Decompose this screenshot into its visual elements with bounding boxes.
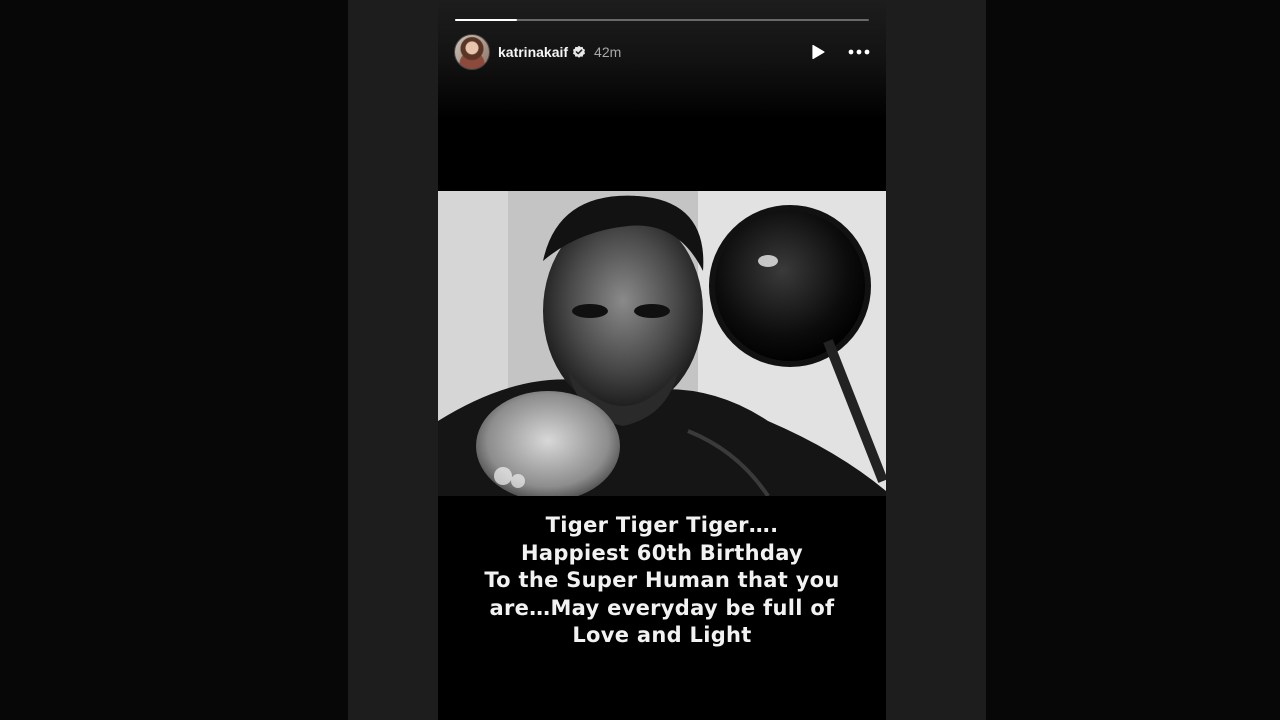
story-progress-fill (455, 19, 518, 21)
username-link[interactable]: katrinakaif (498, 44, 568, 60)
caption-line: Tiger Tiger Tiger…. (545, 513, 779, 537)
story-progress-bar (455, 19, 869, 21)
play-icon[interactable] (810, 44, 826, 60)
story-photo (438, 191, 886, 496)
story-viewer: katrinakaif 42m Tiger Tiger Tiger…. Happ… (0, 0, 1280, 720)
more-options-icon[interactable] (848, 49, 870, 55)
story-controls (810, 44, 870, 60)
caption-line: To the Super Human that you (484, 568, 840, 592)
verified-badge-icon (572, 45, 586, 59)
caption-line: Happiest 60th Birthday (520, 540, 804, 565)
story-header: katrinakaif 42m (454, 34, 870, 70)
caption-line: are…May everyday be full of (489, 595, 835, 620)
story-timestamp: 42m (594, 44, 622, 60)
avatar[interactable] (454, 34, 490, 70)
story-caption: Tiger Tiger Tiger…. Happiest 60th Birthd… (438, 512, 886, 650)
caption-line: Love and Light (572, 623, 752, 647)
